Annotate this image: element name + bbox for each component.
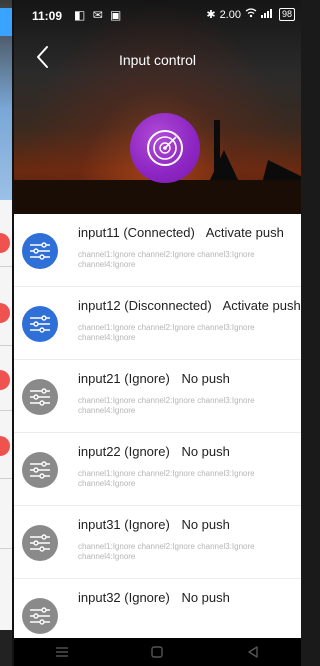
input-row[interactable]: input31 (Ignore) No push channel1:Ignore… xyxy=(14,506,301,579)
row-title: input12 (Disconnected) Activate push xyxy=(78,298,301,313)
input-name: input12 xyxy=(78,298,121,313)
row-title: input22 (Ignore) No push xyxy=(78,444,230,459)
row-title: input32 (Ignore) No push xyxy=(78,590,230,605)
channel-line: channel4:Ignore xyxy=(78,406,136,415)
strip-nav xyxy=(0,630,12,666)
sliders-icon xyxy=(30,607,50,625)
channel-line: channel1:Ignore channel2:Ignore channel3… xyxy=(78,469,255,478)
sliders-icon xyxy=(30,242,50,260)
strip-divider xyxy=(0,410,12,411)
signal-icon xyxy=(260,8,275,21)
network-speed: 2.00 xyxy=(219,8,241,21)
row-icon-badge xyxy=(22,379,58,415)
input-state: (Disconnected) xyxy=(124,298,212,313)
row-title: input31 (Ignore) No push xyxy=(78,517,230,532)
status-bar: 11:09 ◧ ✉ ▣ ✱ 2.00 98 xyxy=(14,0,301,32)
push-status: Activate push xyxy=(205,225,284,240)
sliders-icon xyxy=(30,388,50,406)
channel-line: channel1:Ignore channel2:Ignore channel3… xyxy=(78,250,255,259)
strip-divider xyxy=(0,478,12,479)
push-status: Activate push xyxy=(222,298,301,313)
system-nav-bar xyxy=(14,638,301,666)
sliders-icon xyxy=(30,461,50,479)
battery-level: 98 xyxy=(281,9,292,19)
page-title: Input control xyxy=(118,52,197,68)
push-status: No push xyxy=(181,590,230,605)
sliders-icon xyxy=(30,315,50,333)
menu-button[interactable] xyxy=(42,642,82,662)
strip-divider xyxy=(0,266,12,267)
channel-summary: channel1:Ignore channel2:Ignore channel3… xyxy=(78,542,300,562)
wifi-icon xyxy=(245,8,257,21)
channel-line: channel1:Ignore channel2:Ignore channel3… xyxy=(78,396,255,405)
channel-summary: channel1:Ignore channel2:Ignore channel3… xyxy=(78,396,300,416)
input-name: input21 xyxy=(78,371,121,386)
bluetooth-icon: ✱ xyxy=(206,9,216,21)
row-icon-badge xyxy=(22,233,58,269)
input-state: (Ignore) xyxy=(124,590,170,605)
app-frame: 11:09 ◧ ✉ ▣ ✱ 2.00 98 Input control inpu… xyxy=(0,0,301,666)
channel-line: channel1:Ignore channel2:Ignore channel3… xyxy=(78,323,255,332)
channel-line: channel4:Ignore xyxy=(78,333,136,342)
input-row[interactable]: input32 (Ignore) No push xyxy=(14,579,301,638)
row-title: input11 (Connected) Activate push xyxy=(78,225,284,240)
input-name: input31 xyxy=(78,517,121,532)
input-name: input32 xyxy=(78,590,121,605)
channel-summary: channel1:Ignore channel2:Ignore channel3… xyxy=(78,469,300,489)
menu-icon xyxy=(55,647,68,657)
row-title: input21 (Ignore) No push xyxy=(78,371,230,386)
strip-blue-bar xyxy=(0,8,12,36)
input-name: input11 xyxy=(78,225,120,240)
channel-line: channel4:Ignore xyxy=(78,552,136,561)
push-status: No push xyxy=(181,371,230,386)
header: 11:09 ◧ ✉ ▣ ✱ 2.00 98 Input control xyxy=(14,0,301,214)
strip-divider xyxy=(0,345,12,346)
input-row[interactable]: input22 (Ignore) No push channel1:Ignore… xyxy=(14,433,301,506)
home-button[interactable] xyxy=(137,642,177,662)
row-icon-badge xyxy=(22,525,58,561)
strip-divider xyxy=(0,548,12,549)
push-status: No push xyxy=(181,517,230,532)
ground-silhouette xyxy=(14,180,301,214)
input-state: (Ignore) xyxy=(124,517,170,532)
status-right-group: ✱ 2.00 98 xyxy=(206,8,295,21)
radar-icon xyxy=(147,130,183,166)
strip-red-dot xyxy=(0,436,10,456)
system-back-button[interactable] xyxy=(233,642,273,662)
back-triangle-icon xyxy=(248,646,258,658)
row-icon-badge xyxy=(22,306,58,342)
strip-red-dot xyxy=(0,303,10,323)
push-status: No push xyxy=(181,444,230,459)
radar-badge xyxy=(130,113,200,183)
strip-red-dot xyxy=(0,370,10,390)
notification-icons: ◧ ✉ ▣ xyxy=(74,8,124,22)
input-row[interactable]: input11 (Connected) Activate push channe… xyxy=(14,214,301,287)
row-icon-badge xyxy=(22,452,58,488)
input-row[interactable]: input12 (Disconnected) Activate push cha… xyxy=(14,287,301,360)
channel-line: channel4:Ignore xyxy=(78,260,136,269)
input-list: input11 (Connected) Activate push channe… xyxy=(14,214,301,638)
channel-summary: channel1:Ignore channel2:Ignore channel3… xyxy=(78,323,300,343)
channel-summary: channel1:Ignore channel2:Ignore channel3… xyxy=(78,250,300,270)
input-state: (Connected) xyxy=(123,225,195,240)
channel-line: channel4:Ignore xyxy=(78,479,136,488)
sliders-icon xyxy=(30,534,50,552)
strip-red-dot xyxy=(0,233,10,253)
input-state: (Ignore) xyxy=(124,371,170,386)
input-row[interactable]: input21 (Ignore) No push channel1:Ignore… xyxy=(14,360,301,433)
status-time: 11:09 xyxy=(32,9,63,23)
battery-icon: 98 xyxy=(278,8,295,21)
row-icon-badge xyxy=(22,598,58,634)
channel-line: channel1:Ignore channel2:Ignore channel3… xyxy=(78,542,255,551)
input-name: input22 xyxy=(78,444,121,459)
home-square-icon xyxy=(151,646,164,658)
input-control-screen: 11:09 ◧ ✉ ▣ ✱ 2.00 98 Input control inpu… xyxy=(14,0,301,666)
input-state: (Ignore) xyxy=(124,444,170,459)
previous-screen-strip xyxy=(0,0,12,666)
